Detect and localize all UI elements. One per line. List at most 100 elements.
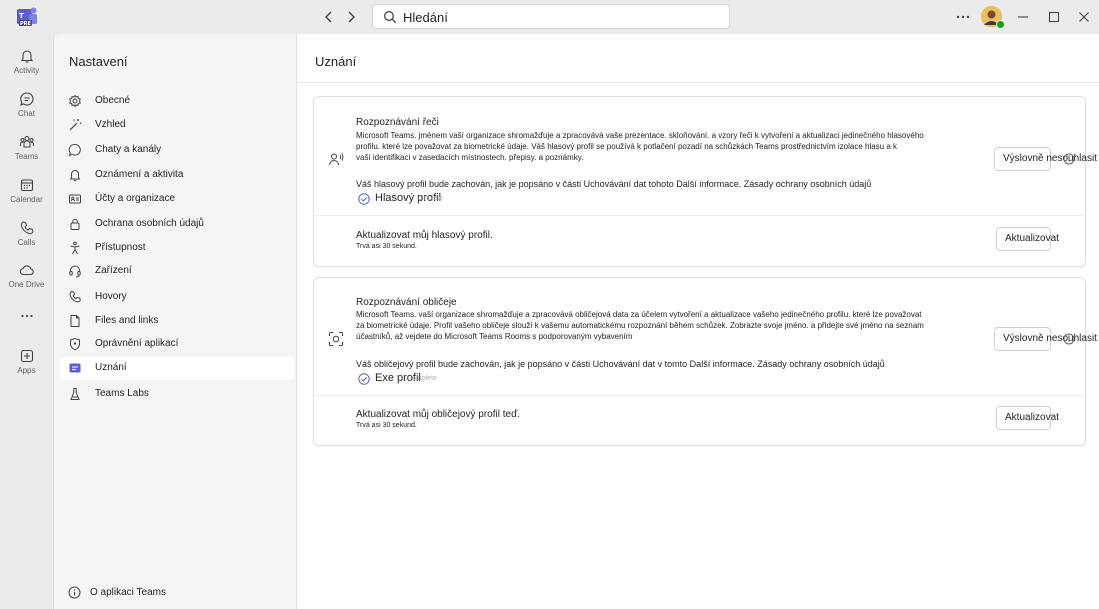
user-avatar[interactable] [981, 6, 1005, 29]
settings-item-label: Uznání [95, 362, 127, 373]
settings-item-label: Obecné [95, 95, 131, 106]
info-icon[interactable] [1063, 153, 1075, 165]
rail-item-onedrive[interactable]: One Drive [0, 258, 53, 302]
settings-item-label: Chaty a kanály [95, 144, 162, 155]
face-decline-button[interactable]: Výslovně nesouhlasit [994, 327, 1097, 351]
headset-icon [69, 265, 81, 278]
settings-item-accounts[interactable]: Účty a organizace [60, 188, 294, 211]
voice-recognition-card: Rozpoznávání řeči Microsoft Teams. jméne… [313, 96, 1097, 267]
settings-item-accessibility[interactable]: Přístupnost [60, 237, 294, 260]
magic-wand-icon [69, 119, 82, 131]
face-desc-line: Microsoft Teams. vaší organizace shromaž… [356, 310, 922, 319]
chevron-right-icon [348, 11, 355, 23]
more-options-button[interactable] [954, 8, 972, 26]
id-card-icon [69, 194, 81, 204]
settings-panel: Nastavení Obecné Vzhled Chaty a kanály O… [53, 34, 297, 609]
voice-description: Microsoft Teams. jménem vaší organizace … [356, 130, 988, 163]
search-box[interactable] [372, 4, 730, 29]
rail-label: One Drive [8, 280, 45, 289]
voice-update-subtitle: Trvá asi 30 sekund. [356, 243, 417, 250]
recognition-icon [69, 363, 81, 373]
face-update-button[interactable]: Aktualizovat [996, 406, 1059, 430]
settings-item-chats[interactable]: Chaty a kanály [60, 139, 294, 162]
rail-label: Calendar [10, 195, 43, 204]
settings-item-label: Teams Labs [95, 388, 149, 399]
settings-item-label: Ochrana osobních údajů [95, 218, 204, 229]
settings-item-label: Vzhled [95, 119, 126, 130]
settings-item-appearance[interactable]: Vzhled [60, 114, 294, 137]
rail-item-activity[interactable]: Activity [0, 44, 53, 88]
settings-item-files[interactable]: Files and links [60, 310, 294, 333]
face-desc-line: za biometrické údaje. Profil vašeho obli… [356, 321, 924, 330]
rail-label: Activity [13, 66, 40, 75]
logo-badge-text: PRE [20, 21, 32, 27]
back-button[interactable] [321, 9, 337, 25]
rail-label: Apps [17, 366, 36, 375]
settings-item-label: Oprávnění aplikací [95, 338, 179, 349]
settings-item-label: Hovory [95, 291, 127, 302]
info-icon [68, 586, 81, 599]
rail-label: Chat [18, 109, 35, 118]
face-title: Rozpoznávání obličeje [356, 297, 457, 308]
about-label: O aplikaci Teams [90, 587, 166, 598]
rail-item-calendar[interactable]: Calendar [0, 173, 53, 217]
settings-item-devices[interactable]: Zařízení [60, 260, 294, 283]
svg-text:T: T [19, 12, 24, 20]
file-icon [70, 315, 80, 327]
rail-item-calls[interactable]: Calls [0, 216, 53, 260]
voice-divider [314, 215, 1085, 216]
forward-button[interactable] [343, 9, 359, 25]
app-rail: Activity Chat Teams Calendar Calls One D… [0, 34, 53, 609]
settings-item-privacy[interactable]: Ochrana osobních údajů [60, 213, 294, 236]
face-retention-text: Váš obličejový profil bude zachován, jak… [356, 359, 885, 369]
accessibility-icon [70, 241, 80, 255]
settings-item-label: Účty a organizace [95, 193, 176, 204]
voice-decline-button[interactable]: Výslovně nesouhlasit [994, 147, 1097, 171]
teams-icon [19, 136, 34, 148]
rail-label: Teams [14, 152, 39, 161]
chat-icon [19, 92, 34, 106]
flask-icon [70, 388, 80, 400]
chevron-left-icon [325, 11, 332, 23]
settings-item-teams-labs[interactable]: Teams Labs [60, 383, 294, 406]
voice-desc-line: profilu. které lze považovat za biometri… [356, 142, 898, 151]
lock-icon [70, 218, 80, 230]
maximize-icon [1048, 11, 1060, 23]
presence-available-icon [996, 20, 1005, 29]
close-window-button[interactable] [1075, 8, 1093, 26]
more-icon [20, 314, 33, 318]
voice-update-button[interactable]: Aktualizovat [996, 227, 1059, 251]
page-title: Uznání [315, 54, 357, 69]
settings-item-app-permissions[interactable]: Oprávnění aplikací [60, 333, 294, 356]
settings-item-label: Zařízení [95, 265, 132, 276]
search-icon [384, 11, 397, 24]
rail-item-apps[interactable]: Apps [0, 344, 53, 388]
settings-item-calls[interactable]: Hovory [60, 286, 294, 309]
main-content: Uznání Rozpoznávání řeči Microsoft Teams… [297, 34, 1099, 609]
face-update-subtitle: Trvá asi 30 sekund. [356, 422, 417, 429]
more-horizontal-icon [956, 15, 970, 19]
phone-icon [69, 290, 81, 303]
maximize-button[interactable] [1045, 8, 1063, 26]
search-input[interactable] [403, 8, 723, 26]
settings-item-label: Oznámení a aktivita [95, 169, 184, 180]
voice-desc-line: Microsoft Teams. jménem vaší organizace … [356, 131, 924, 140]
voice-desc-line: vaší identifikaci v zasedacích místnoste… [356, 153, 584, 162]
close-icon [1079, 12, 1089, 22]
rail-item-chat[interactable]: Chat [0, 87, 53, 131]
rail-item-teams[interactable]: Teams [0, 130, 53, 174]
teams-logo-icon[interactable]: T PRE [16, 6, 38, 28]
minimize-button[interactable] [1014, 8, 1032, 26]
bell-icon [69, 170, 81, 181]
title-bar: T PRE [0, 0, 1099, 34]
settings-item-recognition[interactable]: Uznání [60, 357, 294, 380]
info-icon[interactable] [1063, 333, 1075, 345]
face-update-title: Aktualizovat můj obličejový profil teď. [356, 409, 520, 420]
rail-item-more[interactable] [0, 304, 53, 348]
settings-item-general[interactable]: Obecné [60, 90, 294, 113]
settings-title: Nastavení [69, 54, 128, 69]
checkmark-circle-icon [358, 193, 370, 205]
voice-update-title: Aktualizovat můj hlasový profil. [356, 230, 493, 241]
settings-item-notifications[interactable]: Oznámení a aktivita [60, 164, 294, 187]
phone-icon [20, 221, 34, 235]
